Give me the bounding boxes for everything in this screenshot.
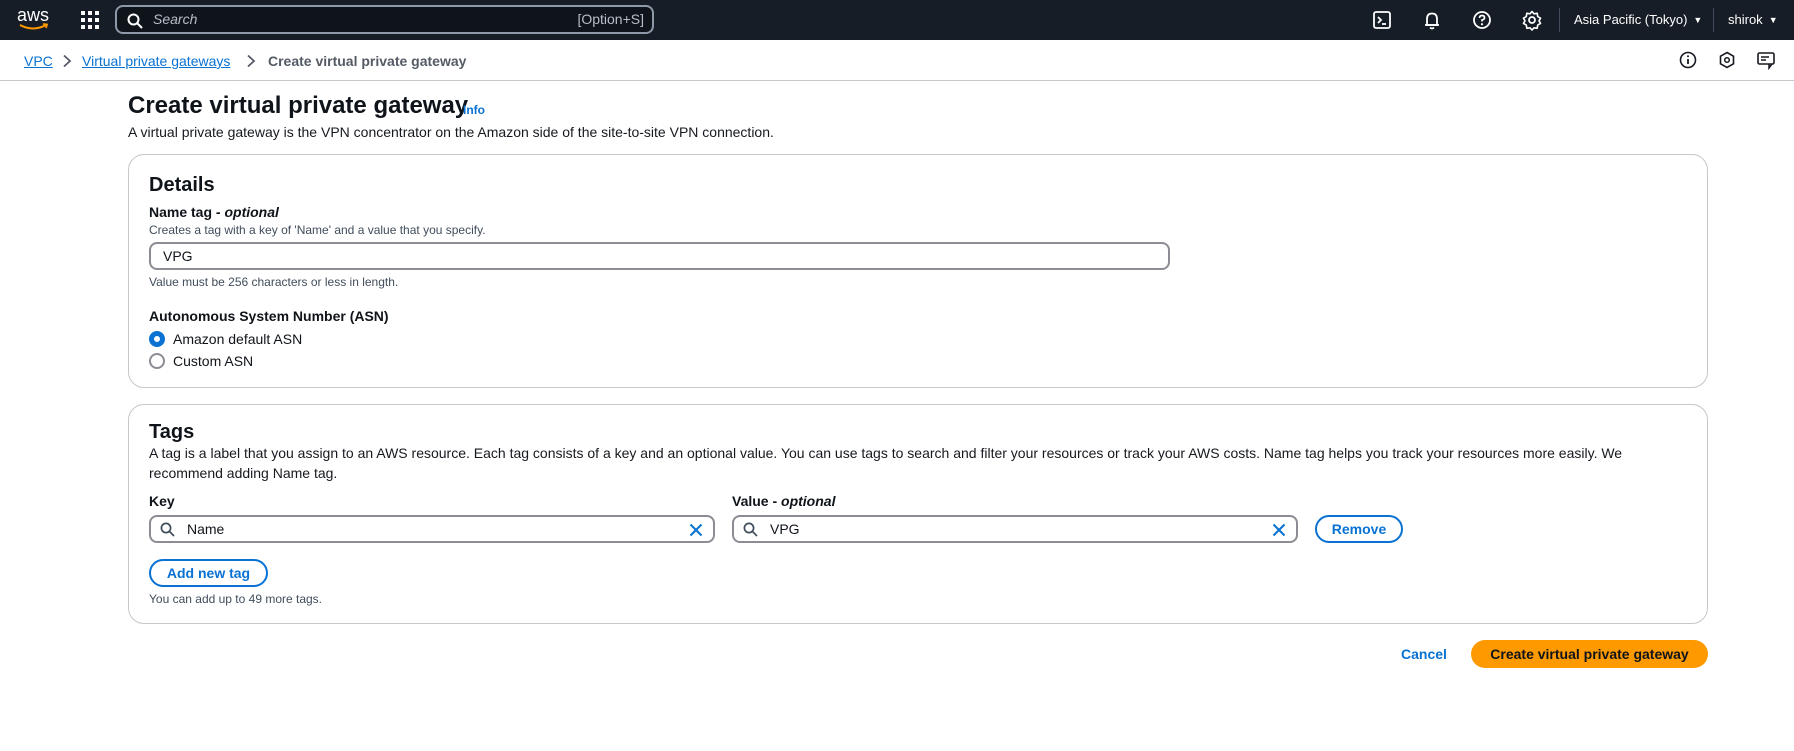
optional-label: optional <box>224 204 279 220</box>
radio-selected-icon <box>149 331 165 347</box>
asn-label: Autonomous System Number (ASN) <box>149 308 389 324</box>
caret-down-icon: ▼ <box>1768 15 1778 25</box>
region-selector[interactable]: Asia Pacific (Tokyo) ▼ <box>1574 10 1702 30</box>
tags-container: Tags A tag is a label that you assign to… <box>128 404 1708 624</box>
page-title: Create virtual private gateway <box>128 92 469 119</box>
search-shortcut-hint: [Option+S] <box>577 11 644 27</box>
name-tag-input[interactable]: VPG <box>149 242 1170 270</box>
page-description: A virtual private gateway is the VPN con… <box>128 124 774 140</box>
optional-label: optional <box>781 493 836 509</box>
feedback-icon[interactable] <box>1756 50 1776 71</box>
asn-option-label: Amazon default ASN <box>173 331 303 347</box>
notifications-bell-icon[interactable] <box>1421 9 1443 31</box>
add-new-tag-button[interactable]: Add new tag <box>149 559 268 587</box>
asn-option-amazon-default[interactable]: Amazon default ASN <box>149 329 349 349</box>
name-tag-constraint: Value must be 256 characters or less in … <box>149 275 399 289</box>
clear-x-icon[interactable] <box>687 521 705 539</box>
cloudshell-icon[interactable] <box>1371 9 1393 31</box>
details-container: Details Name tag - optional Creates a ta… <box>128 154 1708 388</box>
account-menu[interactable]: shirok ▼ <box>1728 10 1778 30</box>
remove-tag-button[interactable]: Remove <box>1315 515 1403 543</box>
caret-down-icon: ▼ <box>1693 15 1703 25</box>
clear-x-icon[interactable] <box>1270 521 1288 539</box>
tag-value-label-text: Value - <box>732 493 782 509</box>
aws-logo[interactable]: aws <box>16 6 50 32</box>
create-virtual-private-gateway-button[interactable]: Create virtual private gateway <box>1471 640 1708 668</box>
global-search-input[interactable]: Search [Option+S] <box>115 5 654 34</box>
aws-smile-icon <box>19 23 49 30</box>
search-placeholder: Search <box>153 11 198 27</box>
cancel-button[interactable]: Cancel <box>1401 645 1447 663</box>
region-label: Asia Pacific (Tokyo) <box>1574 12 1688 27</box>
apps-grid-icon[interactable] <box>80 10 100 30</box>
tags-description: A tag is a label that you assign to an A… <box>149 445 1623 481</box>
tag-value-input[interactable]: VPG <box>732 515 1298 543</box>
settings-gear-icon[interactable] <box>1521 9 1543 31</box>
tag-limit-text: You can add up to 49 more tags. <box>149 592 323 606</box>
asn-option-label: Custom ASN <box>173 353 254 369</box>
name-tag-label: Name tag - optional <box>149 203 279 221</box>
name-tag-label-text: Name tag - <box>149 204 225 220</box>
name-tag-description: Creates a tag with a key of 'Name' and a… <box>149 223 486 237</box>
nav-divider <box>1559 8 1560 32</box>
nav-divider <box>1713 8 1714 32</box>
breadcrumb-vpc[interactable]: VPC <box>24 52 53 70</box>
breadcrumb-current: Create virtual private gateway <box>268 53 467 69</box>
search-icon <box>127 13 143 29</box>
info-icon[interactable] <box>1678 50 1698 70</box>
account-name: shirok <box>1728 12 1763 27</box>
details-heading: Details <box>149 174 215 196</box>
hexagon-icon[interactable] <box>1717 50 1737 70</box>
chevron-right-icon <box>63 54 72 68</box>
search-icon <box>160 522 175 537</box>
radio-unselected-icon <box>149 353 165 369</box>
tag-key-input[interactable]: Name <box>149 515 715 543</box>
info-link[interactable]: Info <box>463 103 485 117</box>
breadcrumb-bar: VPC Virtual private gateways Create virt… <box>0 40 1794 81</box>
breadcrumb-virtual-private-gateways[interactable]: Virtual private gateways <box>82 52 230 70</box>
tag-value-label: Value - optional <box>732 492 835 510</box>
asn-option-custom[interactable]: Custom ASN <box>149 351 349 371</box>
top-navigation: aws Search [Option+S] Asia Pacific (Toky… <box>0 0 1794 40</box>
tag-key-value: Name <box>187 521 225 537</box>
tags-heading: Tags <box>149 421 195 443</box>
tag-value-value: VPG <box>770 521 800 537</box>
tag-key-label: Key <box>149 493 175 509</box>
chevron-right-icon <box>247 54 256 68</box>
help-icon[interactable] <box>1471 9 1493 31</box>
search-icon <box>743 522 758 537</box>
